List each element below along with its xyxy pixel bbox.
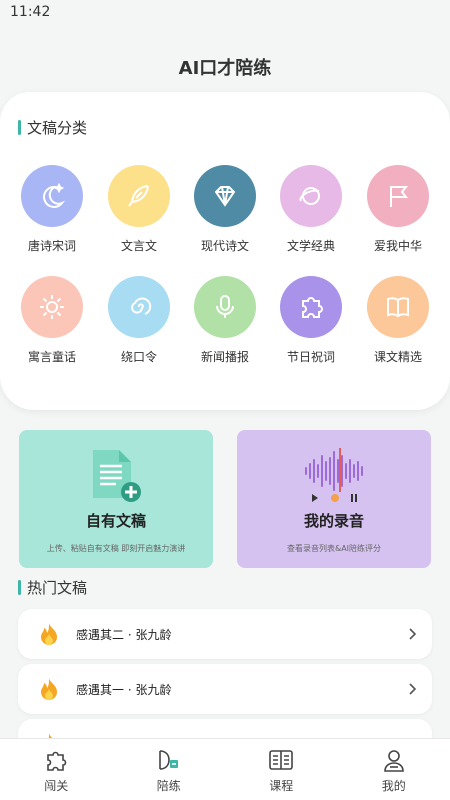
tab-practice[interactable]: 陪练 xyxy=(113,739,226,800)
my-recordings-card[interactable]: 我的录音 查看录音列表&AI陪练评分 xyxy=(237,430,431,568)
sun-icon xyxy=(21,276,83,338)
category-item-tongue-twister[interactable]: 绕口令 xyxy=(96,276,182,365)
hot-section-title: 热门文稿 xyxy=(27,579,88,597)
puzzle-icon xyxy=(280,276,342,338)
status-bar: 11:42 xyxy=(0,0,450,28)
own-script-subtitle: 上传、粘贴自有文稿 即刻开启魅力演讲 xyxy=(46,544,186,553)
category-label: 现代诗文 xyxy=(200,239,249,253)
category-label: 节日祝词 xyxy=(286,350,335,364)
category-item-modern-poetry[interactable]: 现代诗文 xyxy=(182,165,268,254)
hot-list-item[interactable]: 感遇其二 · 张九龄 xyxy=(18,609,432,659)
category-section-header: 文稿分类 xyxy=(18,117,87,138)
hot-list-item[interactable]: 感遇其一 · 张九龄 xyxy=(18,664,432,714)
category-item-festival[interactable]: 节日祝词 xyxy=(268,276,354,365)
chevron-right-icon xyxy=(409,628,417,640)
chevron-right-icon xyxy=(409,683,417,695)
status-time: 11:42 xyxy=(10,4,51,20)
practice-icon xyxy=(158,750,178,770)
own-script-card[interactable]: 自有文稿 上传、粘贴自有文稿 即刻开启魅力演讲 xyxy=(19,430,213,568)
category-item-textbook[interactable]: 课文精选 xyxy=(355,276,441,365)
flag-icon xyxy=(367,165,429,227)
category-label: 文学经典 xyxy=(286,239,335,253)
category-item-love-china[interactable]: 爱我中华 xyxy=(355,165,441,254)
planet-ring-icon xyxy=(280,165,342,227)
flame-icon xyxy=(41,623,57,645)
document-add-icon xyxy=(93,450,141,502)
own-script-title: 自有文稿 xyxy=(85,512,146,530)
category-item-literary-classics[interactable]: 文学经典 xyxy=(268,165,354,254)
section-accent-bar xyxy=(18,120,21,135)
tab-label: 课程 xyxy=(269,779,294,793)
moon-star-icon xyxy=(21,165,83,227)
category-card: 文稿分类 唐诗宋词 文言文 现代诗文 文学经典 爱我中华 寓言童话 绕口令 新闻… xyxy=(0,92,450,410)
category-label: 新闻播报 xyxy=(200,350,249,364)
audio-waveform-icon xyxy=(305,448,363,502)
hot-item-title: 感遇其二 · 张九龄 xyxy=(76,627,172,642)
section-accent-bar xyxy=(18,580,21,595)
tab-challenge[interactable]: 闯关 xyxy=(0,739,113,800)
flame-icon xyxy=(41,678,57,700)
tab-profile[interactable]: 我的 xyxy=(338,739,450,800)
swirl-icon xyxy=(108,276,170,338)
my-recordings-title: 我的录音 xyxy=(303,512,364,530)
feather-icon xyxy=(108,165,170,227)
tab-label: 陪练 xyxy=(156,779,181,793)
diamond-icon xyxy=(194,165,256,227)
open-book-icon xyxy=(269,750,294,770)
category-label: 文言文 xyxy=(120,239,157,253)
category-label: 唐诗宋词 xyxy=(27,239,76,253)
tab-label: 我的 xyxy=(381,779,406,793)
tab-courses[interactable]: 课程 xyxy=(225,739,338,800)
hot-item-title: 感遇其一 · 张九龄 xyxy=(76,682,172,697)
category-item-fables[interactable]: 寓言童话 xyxy=(9,276,95,365)
category-section-title: 文稿分类 xyxy=(27,119,88,137)
user-icon xyxy=(383,750,404,772)
bottom-tab-bar: 闯关 陪练 课程 我的 xyxy=(0,738,450,800)
microphone-icon xyxy=(194,276,256,338)
category-label: 课文精选 xyxy=(373,350,422,364)
tab-label: 闯关 xyxy=(44,779,69,793)
category-label: 爱我中华 xyxy=(373,239,422,253)
my-recordings-subtitle: 查看录音列表&AI陪练评分 xyxy=(286,544,382,553)
book-icon xyxy=(367,276,429,338)
hot-section-header: 热门文稿 xyxy=(18,577,87,598)
category-item-classical-prose[interactable]: 文言文 xyxy=(96,165,182,254)
puzzle-piece-icon xyxy=(47,751,67,771)
category-item-tang-song[interactable]: 唐诗宋词 xyxy=(9,165,95,254)
page-title: AI口才陪练 xyxy=(178,58,272,79)
category-label: 绕口令 xyxy=(120,350,157,364)
category-label: 寓言童话 xyxy=(27,350,76,364)
category-item-news[interactable]: 新闻播报 xyxy=(182,276,268,365)
